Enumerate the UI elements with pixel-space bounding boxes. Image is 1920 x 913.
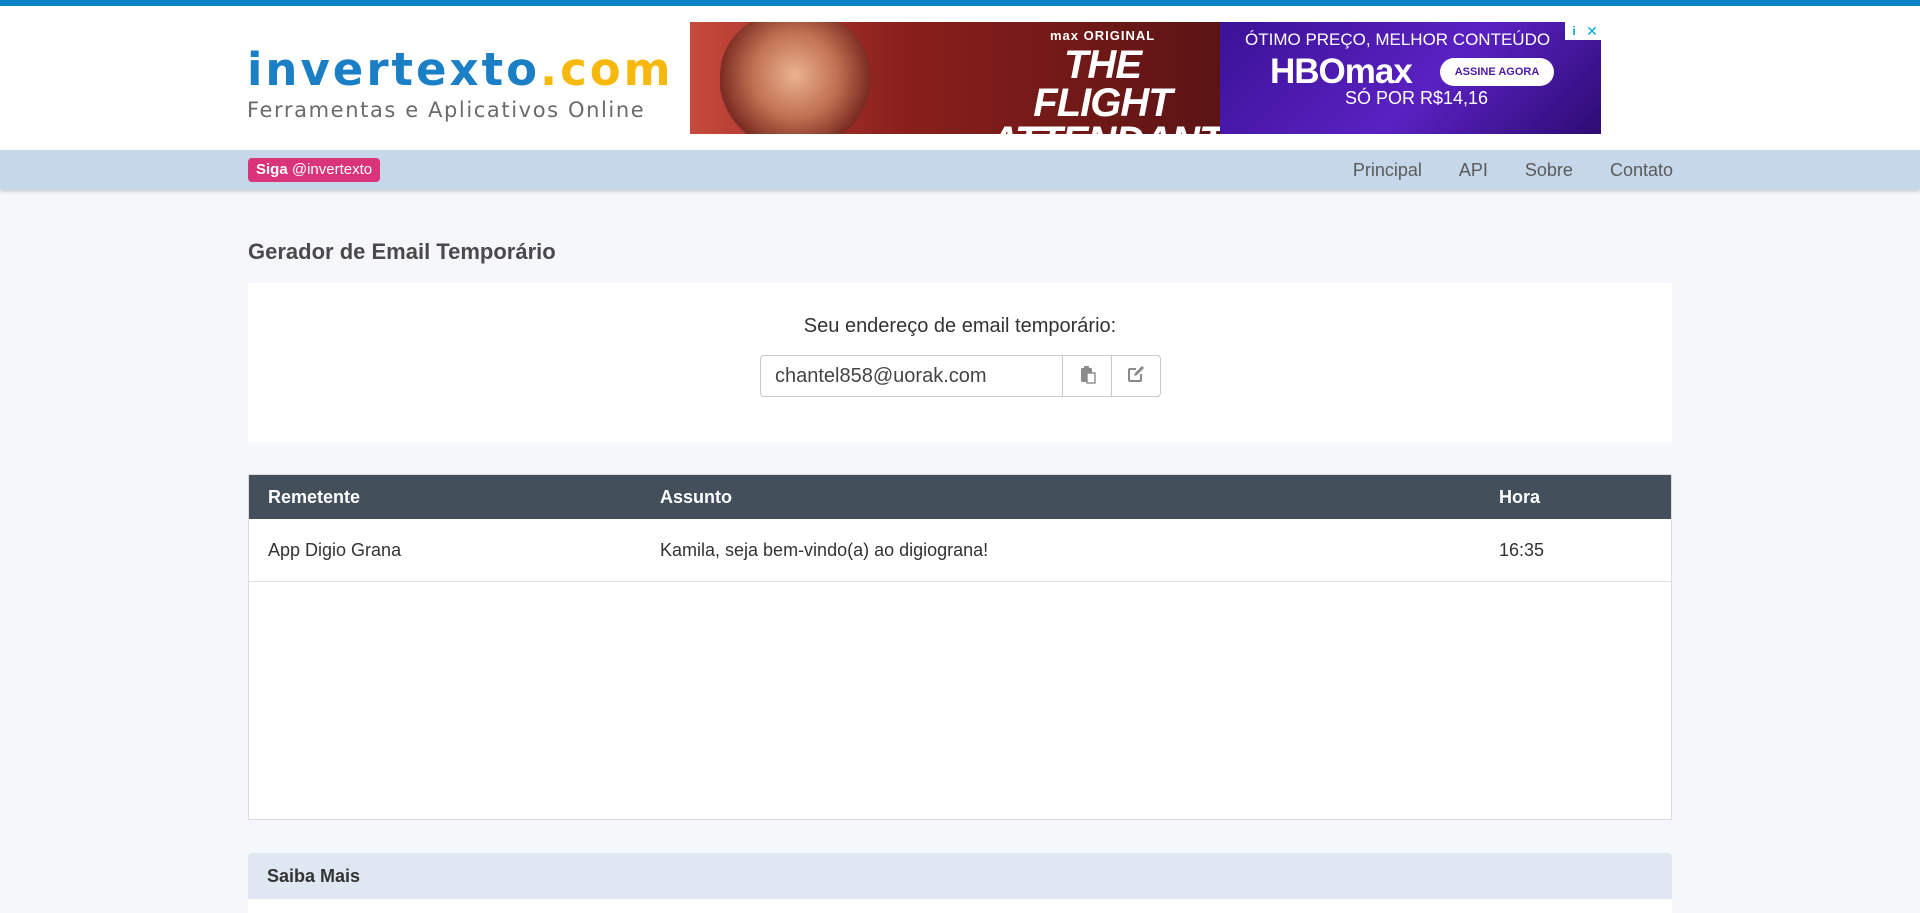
logo-text: invertexto.com [247,44,674,96]
saiba-mais-panel-body [248,899,1672,913]
site-logo[interactable]: invertexto.com Ferramentas e Aplicativos… [247,44,674,123]
info-icon[interactable]: i [1565,22,1583,40]
inbox-header-row: Remetente Assunto Hora [249,475,1671,519]
cell-sender: App Digio Grana [268,540,402,560]
saiba-mais-title: Saiba Mais [267,866,361,886]
ad-top-label: max ORIGINAL [1050,28,1156,43]
advertisement-banner[interactable]: max ORIGINAL THE FLIGHT ATTENDANT ÓTIMO … [690,22,1601,134]
ad-price: SÓ POR R$14,16 [1345,88,1489,108]
cell-time: 16:35 [1499,540,1545,560]
logo-part2: .com [540,43,674,96]
ad-show-title: THE FLIGHT ATTENDANT [990,43,1223,134]
edit-button[interactable] [1112,355,1161,397]
nav-link-api[interactable]: API [1459,150,1488,190]
edit-icon [1126,364,1146,389]
navbar: Siga @invertexto Principal API Sobre Con… [0,150,1920,190]
ad-cta-button[interactable]: ASSINE AGORA [1440,58,1554,86]
ad-brand: HBOmax [1270,52,1413,91]
nav-link-sobre[interactable]: Sobre [1525,150,1573,190]
header-assunto: Assunto [660,487,732,507]
inbox-table: Remetente Assunto Hora App Digio Grana K… [248,474,1672,820]
ad-photo [720,22,870,134]
header-hora: Hora [1499,487,1541,507]
nav-link-contato[interactable]: Contato [1610,150,1673,190]
follow-button[interactable]: Siga @invertexto [248,158,381,182]
page-title: Gerador de Email Temporário [248,239,556,264]
site-tagline: Ferramentas e Aplicativos Online [247,98,646,122]
follow-label: Siga [256,161,288,178]
email-panel: Seu endereço de email temporário: [248,283,1672,442]
email-address-input[interactable] [760,355,1063,397]
copy-button[interactable] [1063,355,1112,397]
nav-link-principal[interactable]: Principal [1353,150,1422,190]
cell-subject: Kamila, seja bem-vindo(a) ao digiograna! [660,540,989,560]
table-row[interactable]: App Digio Grana Kamila, seja bem-vindo(a… [249,519,1671,582]
clipboard-icon [1078,364,1096,389]
nav-links: Principal API Sobre Contato [1316,150,1673,190]
email-input-group [760,355,1161,397]
close-icon[interactable]: ✕ [1583,22,1601,40]
email-label: Seu endereço de email temporário: [803,315,1117,337]
header-remetente: Remetente [268,487,361,507]
logo-part1: invertexto [247,43,540,96]
follow-handle: @invertexto [291,161,373,178]
saiba-mais-panel-header: Saiba Mais [248,853,1672,899]
ad-promo-text: ÓTIMO PREÇO, MELHOR CONTEÚDO [1245,30,1551,49]
